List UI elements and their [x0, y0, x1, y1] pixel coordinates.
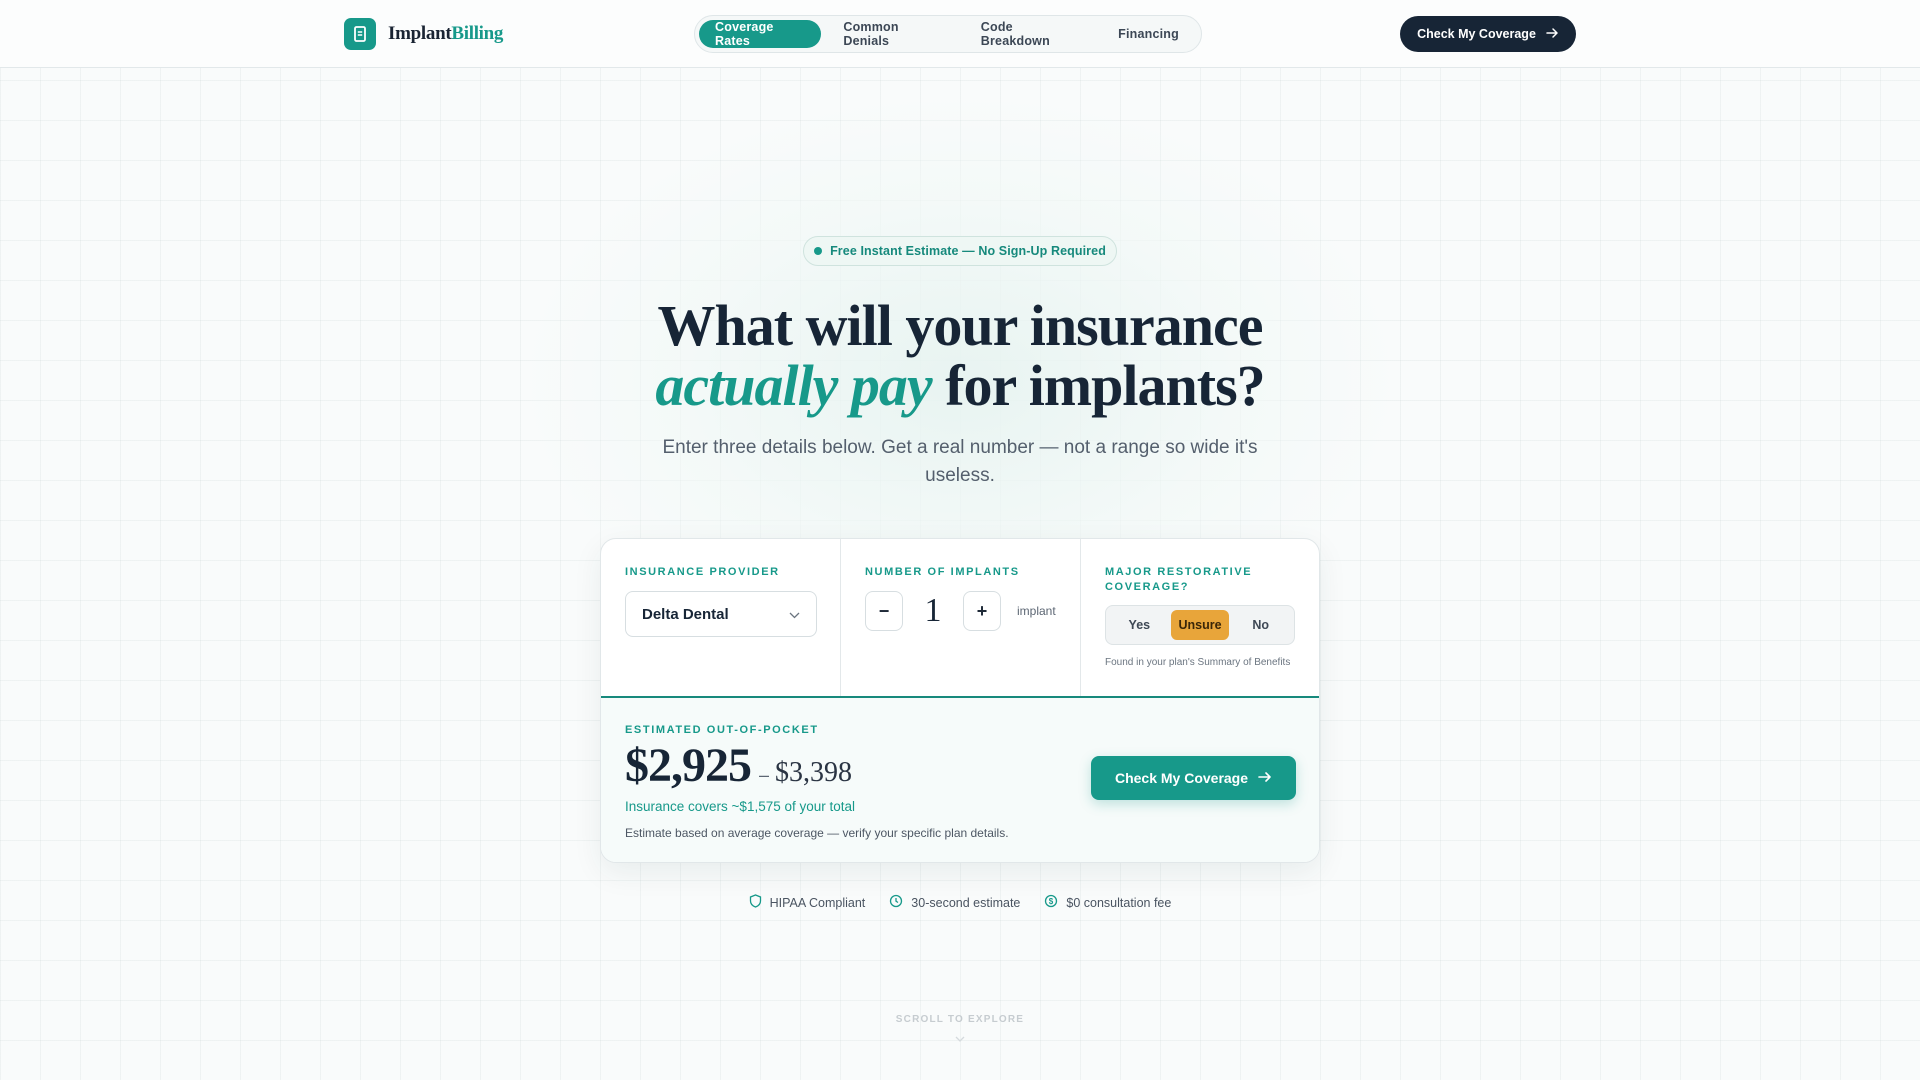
chevron-down-icon [954, 1030, 966, 1048]
tab-code-breakdown[interactable]: Code Breakdown [963, 20, 1096, 48]
trust-signals: HIPAA Compliant 30-second estimate $ $0 … [600, 894, 1320, 911]
calculator-inputs: INSURANCE PROVIDER Delta Dental NUMBER O… [601, 539, 1319, 696]
implants-label: NUMBER OF IMPLANTS [865, 566, 1020, 578]
badge-dot-icon [814, 247, 823, 255]
restorative-option-unsure[interactable]: Unsure [1170, 610, 1230, 640]
decrement-button[interactable]: − [865, 591, 903, 631]
headline-line1: What will your insurance [657, 293, 1264, 358]
price-high: $3,398 [775, 757, 853, 788]
implants-value: 1 [924, 592, 942, 629]
nav-check-coverage-button[interactable]: Check My Coverage [1400, 16, 1576, 52]
price-dash: – [759, 765, 770, 785]
document-icon [344, 18, 376, 50]
nav-cta-label: Check My Coverage [1417, 27, 1536, 41]
trust-label-hipaa: HIPAA Compliant [769, 895, 866, 910]
page-title: What will your insurance actually pay fo… [560, 296, 1360, 416]
trust-item-fee: $ $0 consultation fee [1044, 894, 1171, 911]
headline-accent: actually pay [655, 353, 932, 418]
dollar-icon: $ [1044, 894, 1058, 911]
estimate-result: ESTIMATED OUT-OF-POCKET $2,925 – $3,398 … [601, 696, 1319, 862]
trust-item-speed: 30-second estimate [889, 894, 1020, 911]
trust-label-fee: $0 consultation fee [1066, 895, 1172, 910]
result-label: ESTIMATED OUT-OF-POCKET [625, 724, 819, 736]
nav-tabs: Coverage Rates Common Denials Code Break… [694, 15, 1202, 53]
top-nav: ImplantBilling Coverage Rates Common Den… [0, 0, 1920, 68]
clock-icon [889, 894, 903, 911]
restorative-toggle: Yes Unsure No [1105, 605, 1295, 645]
insurance-covers-text: Insurance covers ~$1,575 of your total [625, 799, 856, 814]
provider-label: INSURANCE PROVIDER [625, 566, 780, 578]
restorative-hint: Found in your plan's Summary of Benefits [1105, 657, 1291, 668]
provider-select[interactable]: Delta Dental [625, 591, 817, 637]
result-cta-label: Check My Coverage [1114, 770, 1249, 786]
tab-common-denials[interactable]: Common Denials [825, 20, 958, 48]
provider-field: INSURANCE PROVIDER Delta Dental [601, 539, 841, 696]
badge-text: Free Instant Estimate — No Sign-Up Requi… [830, 244, 1106, 258]
estimate-disclaimer: Estimate based on average coverage — ver… [625, 826, 1009, 840]
tab-coverage-rates[interactable]: Coverage Rates [699, 20, 822, 48]
increment-button[interactable]: + [963, 591, 1001, 631]
restorative-field: MAJOR RESTORATIVE COVERAGE? Yes Unsure N… [1081, 539, 1319, 696]
page-subtitle: Enter three details below. Get a real nu… [662, 437, 1258, 486]
chevron-down-icon [789, 606, 800, 623]
restorative-option-yes[interactable]: Yes [1110, 610, 1169, 640]
implants-unit: implant [1017, 604, 1056, 618]
check-coverage-button[interactable]: Check My Coverage [1091, 756, 1296, 800]
shield-icon [749, 894, 762, 911]
restorative-label: MAJOR RESTORATIVE COVERAGE? [1105, 566, 1253, 593]
logo[interactable]: ImplantBilling [344, 18, 503, 50]
logo-text: ImplantBilling [388, 23, 504, 44]
price-low: $2,925 [625, 739, 752, 792]
restorative-option-no[interactable]: No [1231, 610, 1290, 640]
tab-financing[interactable]: Financing [1100, 20, 1197, 48]
free-estimate-badge: Free Instant Estimate — No Sign-Up Requi… [803, 236, 1117, 266]
price-range: $2,925 – $3,398 [625, 738, 852, 793]
svg-text:$: $ [1049, 897, 1054, 906]
implants-stepper: − 1 + implant [865, 591, 1056, 631]
trust-item-hipaa: HIPAA Compliant [749, 894, 866, 911]
implants-field: NUMBER OF IMPLANTS − 1 + implant [841, 539, 1081, 696]
estimate-calculator-card: INSURANCE PROVIDER Delta Dental NUMBER O… [600, 538, 1320, 863]
headline-rest: for implants? [931, 353, 1265, 418]
trust-label-speed: 30-second estimate [911, 895, 1021, 910]
scroll-hint: SCROLL TO EXPLORE [895, 1014, 1025, 1025]
arrow-right-icon [1546, 27, 1559, 42]
provider-value: Delta Dental [642, 605, 729, 623]
arrow-right-icon [1258, 770, 1272, 786]
